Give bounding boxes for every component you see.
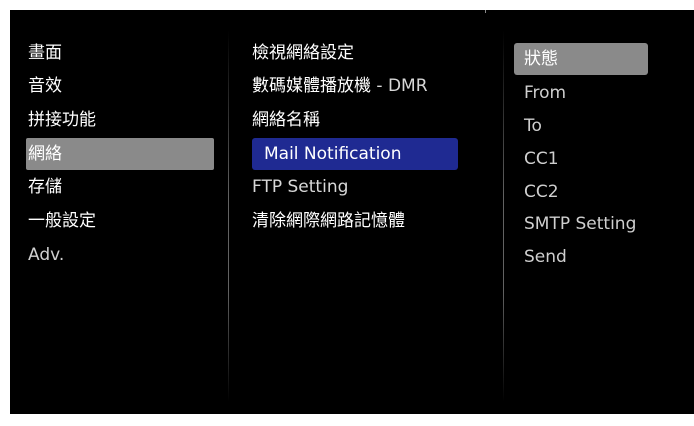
main-menu-column: 畫面 音效 拼接功能 網絡 存儲 一般設定 Adv.: [10, 10, 224, 414]
network-item-network-name[interactable]: 網絡名稱: [252, 104, 320, 136]
network-item-dmr-label: 數碼媒體播放機: [252, 76, 371, 96]
network-submenu-column: 檢視網絡設定 數碼媒體播放機 - DMR 網絡名稱 Mail Notificat…: [236, 10, 496, 414]
main-menu-item-picture[interactable]: 畫面: [26, 37, 214, 69]
osd-menu: 畫面 音效 拼接功能 網絡 存儲 一般設定 Adv. 檢視網絡設定 數碼媒體播放…: [10, 10, 694, 414]
mail-item-cc2[interactable]: CC2: [522, 176, 559, 208]
mail-item-status[interactable]: 狀態: [514, 43, 648, 75]
network-item-dmr[interactable]: 數碼媒體播放機 - DMR: [252, 70, 428, 102]
main-menu-item-sound[interactable]: 音效: [26, 70, 214, 102]
network-item-ftp-setting[interactable]: FTP Setting: [252, 171, 348, 203]
mail-item-smtp-setting[interactable]: SMTP Setting: [522, 208, 636, 240]
mail-item-from[interactable]: From: [522, 77, 566, 109]
mail-item-send[interactable]: Send: [522, 241, 567, 273]
main-menu-item-tiling[interactable]: 拼接功能: [26, 104, 214, 136]
network-item-mail-notification[interactable]: Mail Notification: [252, 138, 458, 170]
network-item-view-settings[interactable]: 檢視網絡設定: [252, 37, 354, 69]
main-menu-item-general-settings[interactable]: 一般設定: [26, 205, 214, 237]
main-menu-item-storage[interactable]: 存儲: [26, 171, 214, 203]
main-menu-item-advanced[interactable]: Adv.: [26, 239, 214, 271]
column-separator-right: [503, 30, 504, 402]
column-separator-left: [228, 30, 229, 402]
mail-item-cc1[interactable]: CC1: [522, 143, 559, 175]
main-menu-item-network[interactable]: 網絡: [26, 138, 214, 170]
mail-item-to[interactable]: To: [522, 110, 542, 142]
network-item-clear-internet-memory[interactable]: 清除網際網路記憶體: [252, 205, 405, 237]
network-item-dmr-suffix: - DMR: [371, 76, 428, 96]
mail-submenu-column: 狀態 From To CC1 CC2 SMTP Setting Send: [510, 10, 694, 414]
